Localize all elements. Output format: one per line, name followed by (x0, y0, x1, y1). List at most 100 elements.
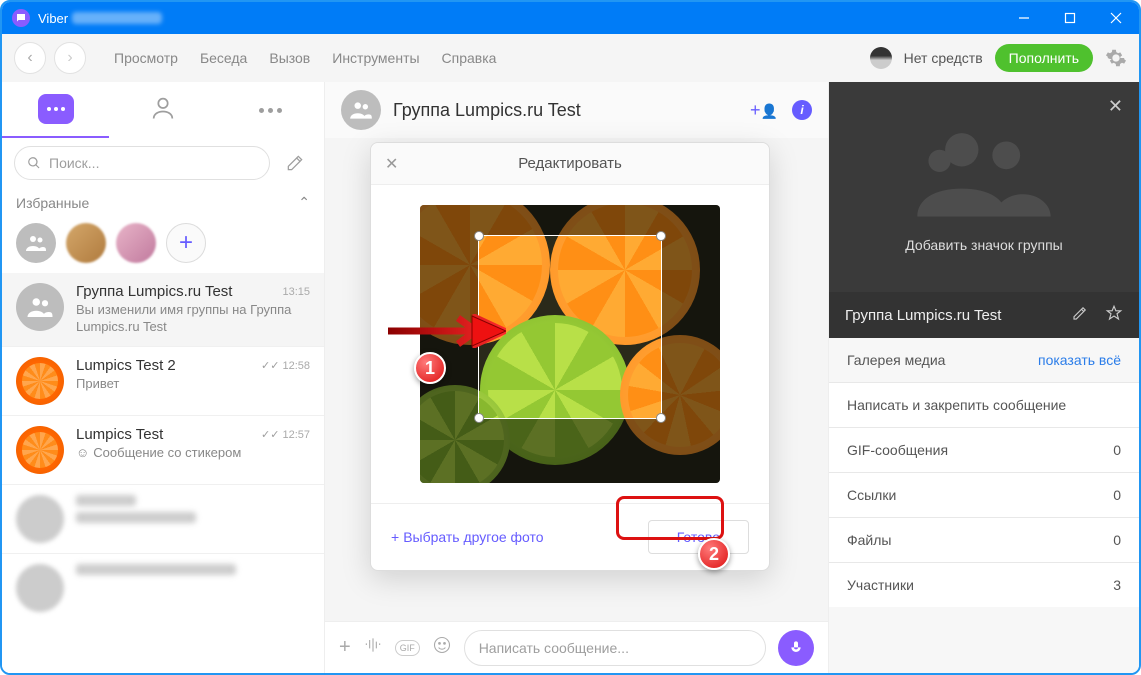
menu-tools[interactable]: Инструменты (332, 50, 419, 66)
toolbar: ‹ › Просмотр Беседа Вызов Инструменты Сп… (2, 34, 1139, 82)
close-button[interactable] (1093, 2, 1139, 34)
add-group-icon-label[interactable]: Добавить значок группы (905, 237, 1062, 253)
chat-time: ✓✓12:57 (261, 428, 310, 441)
search-input[interactable]: Поиск... (14, 146, 270, 180)
mic-button[interactable] (778, 630, 814, 666)
chat-item[interactable]: Lumpics Test 2 ✓✓12:58 Привет (2, 347, 324, 416)
info-title-bar: Группа Lumpics.ru Test (829, 292, 1139, 338)
info-hero: ✕ Добавить значок группы (829, 82, 1139, 292)
chevron-up-icon: ⌃ (298, 194, 310, 211)
choose-another-photo-button[interactable]: +Выбрать другое фото (391, 520, 544, 554)
links-label: Ссылки (847, 487, 896, 503)
menu-view[interactable]: Просмотр (114, 50, 178, 66)
chat-subtitle: Привет (76, 376, 310, 393)
add-participant-button[interactable]: +👤 (750, 100, 778, 121)
show-all-link[interactable]: показать всё (1038, 352, 1121, 368)
contact-avatar (16, 357, 64, 405)
attach-icon[interactable]: + (339, 636, 351, 659)
read-checks-icon: ✓✓ (261, 360, 279, 372)
menu-help[interactable]: Справка (442, 50, 497, 66)
chat-info-button[interactable]: i (792, 100, 812, 120)
chat-title: Lumpics Test (76, 426, 163, 443)
app-icon (12, 9, 30, 27)
search-icon (27, 156, 41, 170)
favorites-header[interactable]: Избранные ⌃ (2, 188, 324, 217)
modal-close-button[interactable]: ✕ (385, 154, 398, 174)
group-placeholder-icon (914, 122, 1054, 227)
gif-icon[interactable]: GIF (395, 640, 420, 656)
favorite-contact-1[interactable] (66, 223, 106, 263)
gif-count: 0 (1113, 442, 1121, 458)
info-section-members[interactable]: Участники 3 (829, 563, 1139, 607)
tab-chats[interactable] (2, 82, 109, 138)
plus-icon: + (391, 529, 399, 545)
crop-handle-tl[interactable] (474, 231, 484, 241)
message-input[interactable]: Написать сообщение... (464, 630, 766, 666)
favorite-add-button[interactable]: + (166, 223, 206, 263)
menu-call[interactable]: Вызов (269, 50, 310, 66)
chat-time: 13:15 (282, 286, 310, 298)
annotation-highlight-done (616, 496, 724, 540)
info-close-button[interactable]: ✕ (1108, 96, 1123, 117)
read-checks-icon: ✓✓ (261, 429, 279, 441)
annotation-number-2: 2 (698, 538, 730, 570)
info-section-links[interactable]: Ссылки 0 (829, 473, 1139, 518)
nav-back-button[interactable]: ‹ (14, 42, 46, 74)
favorite-contact-2[interactable] (116, 223, 156, 263)
chat-item-group[interactable]: Группа Lumpics.ru Test 13:15 Вы изменили… (2, 273, 324, 347)
minimize-button[interactable] (1001, 2, 1047, 34)
blurred-text (76, 512, 196, 523)
annotation-arrow (386, 314, 506, 348)
blurred-text (76, 564, 236, 575)
chat-header: Группа Lumpics.ru Test +👤 i (325, 82, 828, 138)
maximize-button[interactable] (1047, 2, 1093, 34)
crop-handle-br[interactable] (656, 413, 666, 423)
contact-avatar-blurred (16, 564, 64, 612)
members-count: 3 (1113, 577, 1121, 593)
edit-name-icon[interactable] (1071, 304, 1089, 326)
chat-title: Группа Lumpics.ru Test (76, 283, 232, 300)
chat-subtitle: Вы изменили имя группы на Группа Lumpics… (76, 302, 310, 336)
settings-icon[interactable] (1105, 47, 1127, 69)
modal-title: Редактировать (518, 155, 622, 172)
titlebar: Viber (2, 2, 1139, 34)
crop-handle-bl[interactable] (474, 413, 484, 423)
info-section-media[interactable]: Галерея медиа показать всё (829, 338, 1139, 383)
info-section-gif[interactable]: GIF-сообщения 0 (829, 428, 1139, 473)
group-avatar-icon (16, 283, 64, 331)
info-title: Группа Lumpics.ru Test (845, 307, 1001, 324)
contact-avatar (16, 426, 64, 474)
topup-button[interactable]: Пополнить (995, 44, 1093, 72)
files-label: Файлы (847, 532, 891, 548)
blurred-text (76, 495, 136, 506)
viberout-icon (870, 47, 892, 69)
members-label: Участники (847, 577, 914, 593)
chat-item[interactable]: Lumpics Test ✓✓12:57 ☺Сообщение со стике… (2, 416, 324, 485)
info-section-pin[interactable]: Написать и закрепить сообщение (829, 383, 1139, 428)
tab-contacts[interactable] (109, 82, 216, 138)
composer: + GIF Написать сообщение... (325, 621, 828, 673)
crop-handle-tr[interactable] (656, 231, 666, 241)
chat-title: Lumpics Test 2 (76, 357, 176, 374)
chat-item-blurred[interactable] (2, 485, 324, 554)
chat-header-title: Группа Lumpics.ru Test (393, 100, 581, 121)
voice-msg-icon[interactable] (363, 635, 383, 661)
window-title: Viber (38, 11, 68, 26)
favorite-star-icon[interactable] (1105, 304, 1123, 326)
favorite-group[interactable] (16, 223, 56, 263)
annotation-number-1: 1 (414, 352, 446, 384)
sticker-icon[interactable] (432, 635, 452, 661)
info-section-files[interactable]: Файлы 0 (829, 518, 1139, 563)
compose-button[interactable] (278, 146, 312, 180)
tab-more[interactable] (217, 82, 324, 138)
nav-forward-button[interactable]: › (54, 42, 86, 74)
contacts-icon (149, 94, 177, 127)
sidebar: Поиск... Избранные ⌃ + Группа L (2, 82, 324, 673)
chat-subtitle: ☺Сообщение со стикером (76, 445, 310, 462)
more-icon (259, 108, 282, 113)
chat-item-blurred[interactable] (2, 554, 324, 622)
pin-label: Написать и закрепить сообщение (847, 397, 1066, 413)
chat-header-avatar[interactable] (341, 90, 381, 130)
menu-chat[interactable]: Беседа (200, 50, 247, 66)
chats-icon (38, 94, 74, 124)
